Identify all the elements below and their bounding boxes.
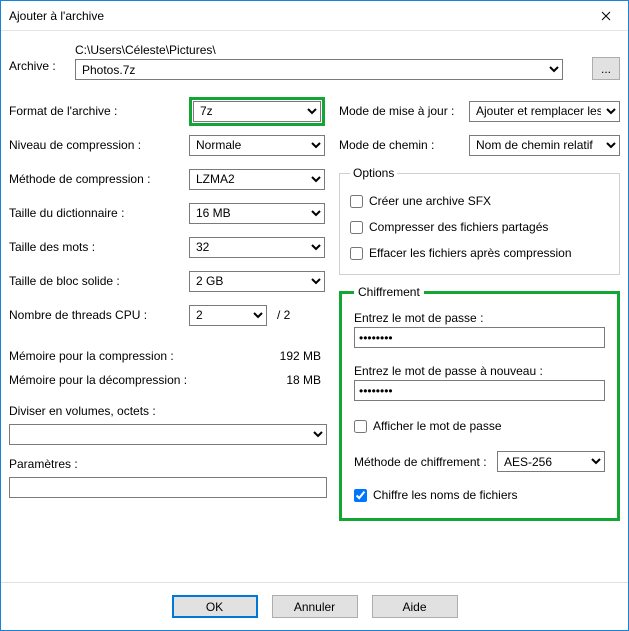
dialog-body: Archive : C:\Users\Céleste\Pictures\ Pho… (1, 31, 628, 582)
compression-level-label: Niveau de compression : (9, 138, 189, 152)
password-confirm-label: Entrez le mot de passe à nouveau : (354, 364, 605, 378)
path-mode-select[interactable]: Nom de chemin relatif (469, 135, 620, 156)
block-size-select[interactable]: 2 GB (189, 271, 325, 292)
show-password-checkbox[interactable] (354, 420, 367, 433)
memory-compression-label: Mémoire pour la compression : (9, 349, 247, 363)
help-button[interactable]: Aide (372, 595, 458, 618)
options-legend: Options (350, 166, 397, 180)
ellipsis-icon: ... (601, 62, 611, 76)
parameters-input[interactable] (9, 477, 327, 498)
archive-file-select[interactable]: Photos.7z (75, 59, 563, 80)
word-size-label: Taille des mots : (9, 240, 189, 254)
sfx-label: Créer une archive SFX (369, 194, 491, 208)
format-label: Format de l'archive : (9, 104, 189, 118)
format-select[interactable]: 7z (193, 101, 321, 122)
dictionary-size-label: Taille du dictionnaire : (9, 206, 189, 220)
window-title: Ajouter à l'archive (9, 9, 583, 23)
volumes-select[interactable] (9, 424, 327, 445)
archive-path: C:\Users\Céleste\Pictures\ (75, 43, 586, 57)
dictionary-size-select[interactable]: 16 MB (189, 203, 325, 224)
encryption-method-select[interactable]: AES-256 (497, 451, 605, 472)
parameters-label: Paramètres : (9, 457, 327, 471)
path-mode-label: Mode de chemin : (339, 138, 469, 152)
cancel-button[interactable]: Annuler (272, 595, 358, 618)
sfx-checkbox[interactable] (350, 195, 363, 208)
encrypt-filenames-checkbox[interactable] (354, 489, 367, 502)
button-bar: OK Annuler Aide (1, 582, 628, 630)
cpu-threads-select[interactable]: 2 (189, 305, 267, 326)
encryption-group: Chiffrement Entrez le mot de passe : Ent… (339, 285, 620, 521)
encryption-method-label: Méthode de chiffrement : (354, 455, 497, 469)
browse-button[interactable]: ... (592, 57, 620, 80)
archive-label: Archive : (9, 43, 69, 73)
word-size-select[interactable]: 32 (189, 237, 325, 258)
volumes-label: Diviser en volumes, octets : (9, 404, 327, 418)
memory-decompression-label: Mémoire pour la décompression : (9, 373, 247, 387)
options-group: Options Créer une archive SFX Compresser… (339, 166, 620, 275)
delete-after-label: Effacer les fichiers après compression (369, 246, 572, 260)
ok-button[interactable]: OK (172, 595, 258, 618)
update-mode-select[interactable]: Ajouter et remplacer les fichiers (469, 101, 620, 122)
show-password-label: Afficher le mot de passe (373, 419, 502, 433)
cpu-threads-label: Nombre de threads CPU : (9, 308, 189, 322)
delete-after-checkbox[interactable] (350, 247, 363, 260)
block-size-label: Taille de bloc solide : (9, 274, 189, 288)
shared-files-label: Compresser des fichiers partagés (369, 220, 548, 234)
memory-decompression-value: 18 MB (247, 373, 327, 387)
compression-level-select[interactable]: Normale (189, 135, 325, 156)
encryption-legend: Chiffrement (354, 285, 424, 299)
shared-files-checkbox[interactable] (350, 221, 363, 234)
memory-compression-value: 192 MB (247, 349, 327, 363)
close-button[interactable] (583, 1, 628, 31)
format-highlight: 7z (189, 97, 325, 126)
titlebar: Ajouter à l'archive (1, 1, 628, 31)
password-input[interactable] (354, 327, 605, 348)
cpu-threads-max: / 2 (277, 308, 290, 322)
compression-method-select[interactable]: LZMA2 (189, 169, 325, 190)
close-icon (601, 11, 611, 21)
update-mode-label: Mode de mise à jour : (339, 104, 469, 118)
password-confirm-input[interactable] (354, 380, 605, 401)
password-label: Entrez le mot de passe : (354, 311, 605, 325)
compression-method-label: Méthode de compression : (9, 172, 189, 186)
encrypt-filenames-label: Chiffre les noms de fichiers (373, 488, 518, 502)
